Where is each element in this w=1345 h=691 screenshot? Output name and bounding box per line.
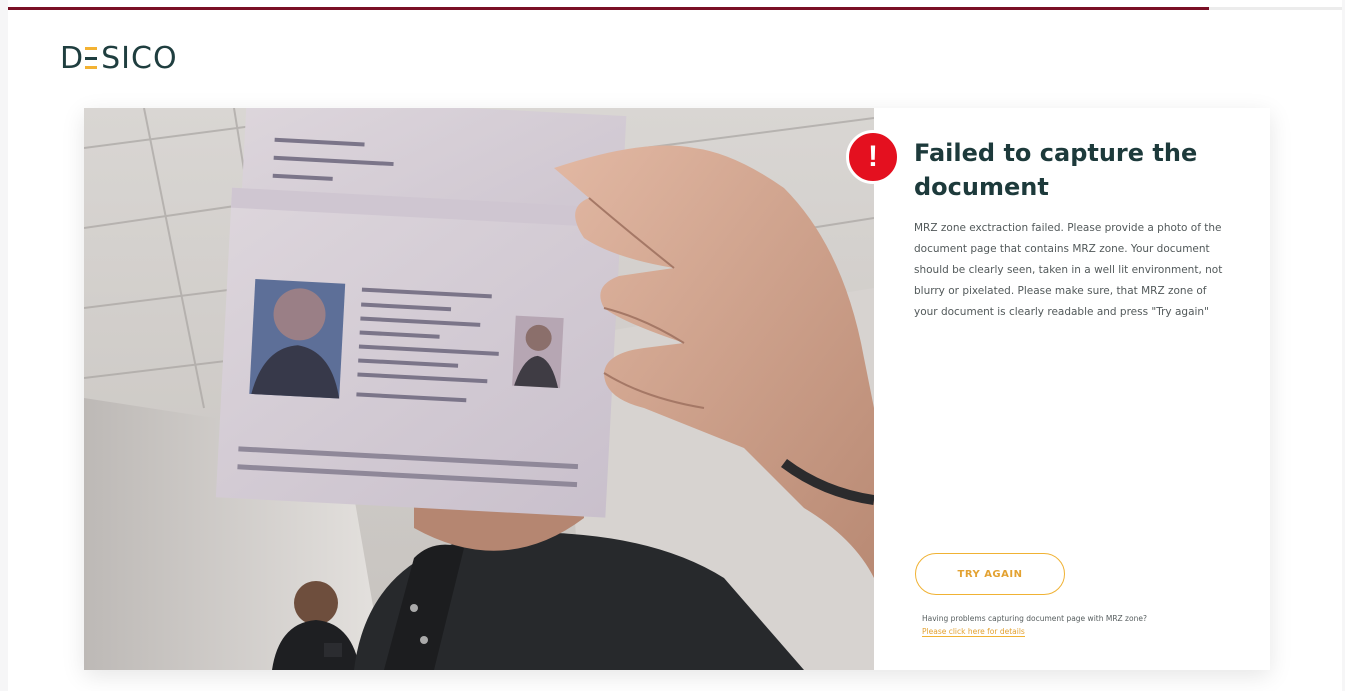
progress-bar: [8, 7, 1342, 10]
help-question: Having problems capturing document page …: [922, 614, 1147, 623]
logo-e-mark: [85, 47, 98, 69]
error-alert-icon: !: [846, 130, 900, 184]
help-text: Having problems capturing document page …: [922, 612, 1222, 638]
error-message: MRZ zone exctraction failed. Please prov…: [914, 222, 1223, 318]
help-details-link[interactable]: Please click here for details: [922, 627, 1025, 637]
desico-logo: D SICO: [60, 40, 178, 76]
progress-bar-fill: [8, 7, 1209, 10]
logo-text-right: SICO: [101, 40, 178, 76]
error-badge-symbol: !: [868, 140, 878, 173]
camera-capture-image: [84, 108, 874, 670]
error-title: Failed to capture the document: [914, 139, 1198, 201]
logo-text-left: D: [60, 40, 85, 76]
try-again-button[interactable]: TRY AGAIN: [915, 553, 1065, 595]
